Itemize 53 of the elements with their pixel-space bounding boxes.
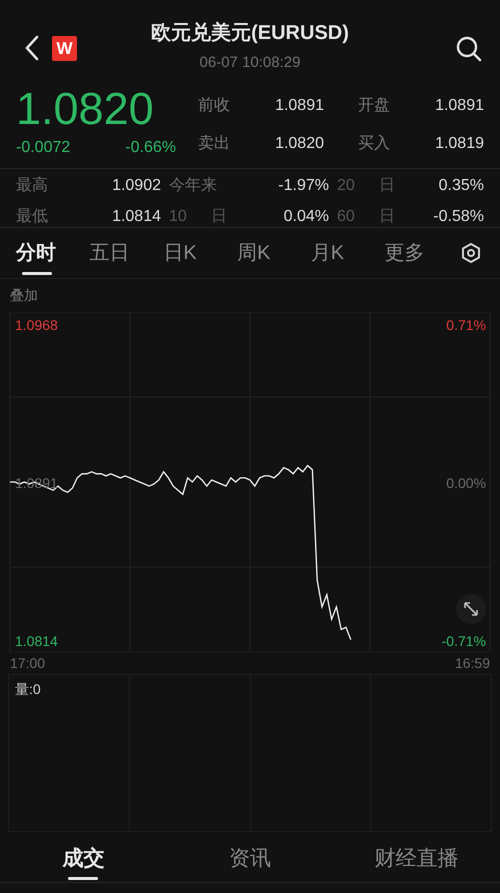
chart-tab[interactable]: 周K [237,228,311,278]
section-tab[interactable]: 资讯 [166,836,334,882]
chart-tab[interactable]: 更多 [384,228,458,278]
search-button[interactable] [454,34,484,64]
search-icon [456,36,482,62]
stat-label: 日 [379,176,395,196]
price-axis-label: 1.0968 [15,316,58,336]
percent-axis-label: 0.00% [446,474,486,493]
percent-axis-label: -0.71% [442,632,486,651]
stat-value: 1.0820 [275,134,324,154]
expand-button[interactable] [456,594,486,624]
stat-label: 日 [211,207,227,227]
app-logo: W [52,36,77,61]
price-change-percent: -0.66% [125,138,176,158]
chart-tab[interactable]: 月K [310,228,384,278]
price-change: -0.0072 [16,138,70,158]
window-title: 欧元兑美元(EURUSD) [151,20,349,46]
back-icon [24,35,40,61]
stat-label: 今年来 [169,176,217,196]
section-tab[interactable]: 财经直播 [333,836,500,882]
settings-icon [460,242,482,264]
chart-tab[interactable]: 五日 [90,228,164,278]
overlay-label: 叠加 [10,286,38,305]
stat-label: 10 [169,207,187,227]
stat-label: 开盘 [358,96,390,116]
stat-label: 卖出 [198,134,230,154]
volume-label: 量:0 [15,680,41,699]
percent-axis-label: 0.71% [446,316,486,336]
stat-label: 前收 [198,96,230,116]
price-axis-label: 1.0814 [15,632,58,651]
stat-value: 1.0891 [435,96,484,116]
chart-tab[interactable]: 分时 [16,228,90,278]
quote-time: 06-07 10:08:29 [200,53,300,73]
time-axis-label: 16:59 [454,654,490,672]
stat-value: 1.0891 [275,96,324,116]
chart-tab[interactable]: 日K [163,228,238,278]
section-tab[interactable]: 成交 [0,836,167,882]
stat-value: 1.0902 [112,176,161,196]
expand-icon [463,601,479,617]
stat-label: 20 [337,176,355,196]
stat-value: 0.04% [284,207,329,227]
stat-label: 最低 [16,207,48,227]
stat-value: 1.0819 [435,134,484,154]
time-axis-label: 17:00 [10,654,46,672]
stat-value: -1.97% [278,176,329,196]
current-price: 1.0820 [16,84,155,134]
stat-value: 1.0814 [112,207,161,227]
stat-value: 0.35% [438,176,484,196]
stat-label: 60 [337,207,355,227]
stat-label: 日 [379,207,395,227]
stat-value: -0.58% [433,207,484,227]
stat-label: 最高 [16,176,48,196]
stat-label: 买入 [358,134,390,154]
